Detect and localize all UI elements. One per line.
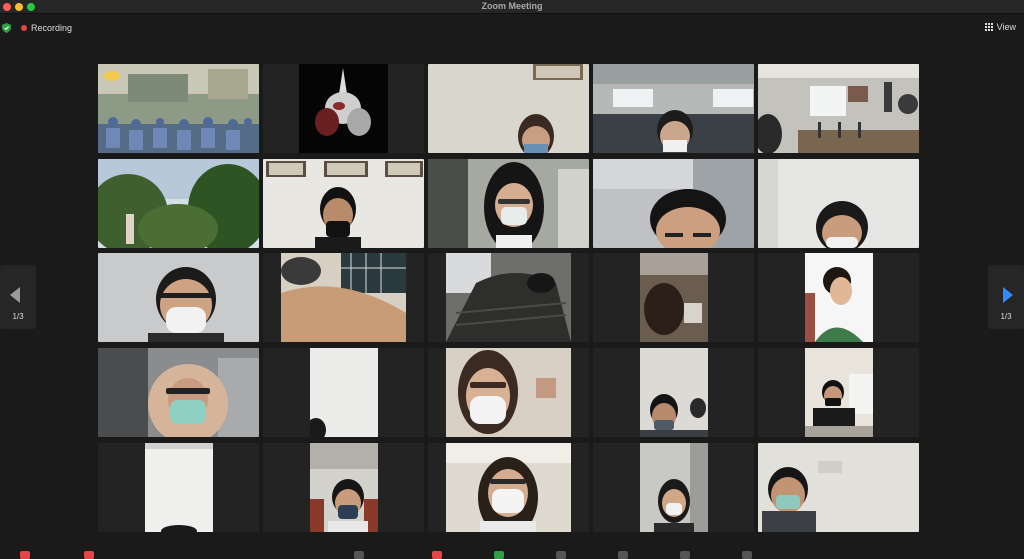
participant-video-tile[interactable] <box>98 159 259 248</box>
participant-video-tile[interactable] <box>263 159 424 248</box>
participant-video-tile[interactable] <box>758 253 919 342</box>
window-title: Zoom Meeting <box>481 1 543 11</box>
participant-video-tile[interactable] <box>98 443 259 532</box>
participant-video-tile[interactable] <box>428 443 589 532</box>
view-label: View <box>996 22 1016 32</box>
mute-button[interactable] <box>20 551 30 559</box>
reactions-button[interactable] <box>618 551 628 559</box>
participant-video <box>145 443 213 532</box>
participant-video <box>758 159 919 248</box>
participant-video <box>758 64 919 153</box>
participant-video-tile[interactable] <box>593 348 754 437</box>
participant-video <box>281 253 406 342</box>
view-button[interactable]: View <box>984 22 1016 32</box>
record-button[interactable] <box>556 551 566 559</box>
participant-video-tile[interactable] <box>758 348 919 437</box>
participant-video-tile[interactable] <box>593 64 754 153</box>
participant-video <box>98 64 259 153</box>
grid-view-icon <box>984 23 993 31</box>
participant-video-tile[interactable] <box>263 443 424 532</box>
participant-video <box>640 348 708 437</box>
participant-video <box>310 348 378 437</box>
chevron-right-icon <box>1003 287 1013 303</box>
participant-video <box>805 253 873 342</box>
participant-video <box>640 253 708 342</box>
participant-video <box>98 159 259 248</box>
more-button[interactable] <box>742 551 752 559</box>
shield-icon[interactable] <box>2 23 11 33</box>
participant-video-tile[interactable] <box>263 253 424 342</box>
page-indicator-right: 1/3 <box>1000 312 1012 321</box>
participant-video-tile[interactable] <box>593 443 754 532</box>
participant-video-tile[interactable] <box>758 64 919 153</box>
apps-button[interactable] <box>680 551 690 559</box>
participant-video <box>98 253 259 342</box>
share-screen-button[interactable] <box>494 551 504 559</box>
chevron-left-icon <box>10 287 20 303</box>
participant-video-tile[interactable] <box>593 253 754 342</box>
participant-video <box>758 443 919 532</box>
participant-video-tile[interactable] <box>593 159 754 248</box>
participant-video-tile[interactable] <box>263 348 424 437</box>
participant-video <box>310 443 378 532</box>
participant-video-tile[interactable] <box>428 159 589 248</box>
participant-video <box>428 159 589 248</box>
participant-video <box>805 348 873 437</box>
video-gallery-grid <box>98 64 920 534</box>
participants-button[interactable] <box>432 551 442 559</box>
window-titlebar: Zoom Meeting <box>0 0 1024 14</box>
participant-video-tile[interactable] <box>98 64 259 153</box>
recording-dot-icon <box>21 25 27 31</box>
participant-video-tile-active-speaker[interactable] <box>758 159 919 248</box>
participant-video-tile[interactable] <box>428 348 589 437</box>
meeting-topbar: Recording View <box>0 15 1024 43</box>
next-page-button[interactable]: 1/3 <box>988 265 1024 329</box>
participant-video <box>446 443 571 532</box>
participant-video <box>446 348 571 437</box>
participant-video <box>263 159 424 248</box>
participant-video <box>640 443 708 532</box>
video-toggle-button[interactable] <box>84 551 94 559</box>
participant-video-tile[interactable] <box>98 253 259 342</box>
page-indicator-left: 1/3 <box>12 312 24 321</box>
participant-video <box>428 64 589 153</box>
participant-video <box>446 253 571 342</box>
participant-video <box>593 64 754 153</box>
meeting-toolbar <box>0 548 1024 559</box>
participant-video-tile[interactable] <box>98 348 259 437</box>
security-button[interactable] <box>354 551 364 559</box>
recording-label: Recording <box>31 23 73 33</box>
recording-indicator[interactable]: Recording <box>21 23 72 33</box>
participant-video-tile[interactable] <box>428 253 589 342</box>
participant-video-tile[interactable] <box>428 64 589 153</box>
previous-page-button[interactable]: 1/3 <box>0 265 36 329</box>
participant-video <box>98 348 259 437</box>
participant-video <box>299 64 388 153</box>
participant-video-tile[interactable] <box>758 443 919 532</box>
participant-video <box>593 159 754 248</box>
participant-video-tile[interactable] <box>263 64 424 153</box>
